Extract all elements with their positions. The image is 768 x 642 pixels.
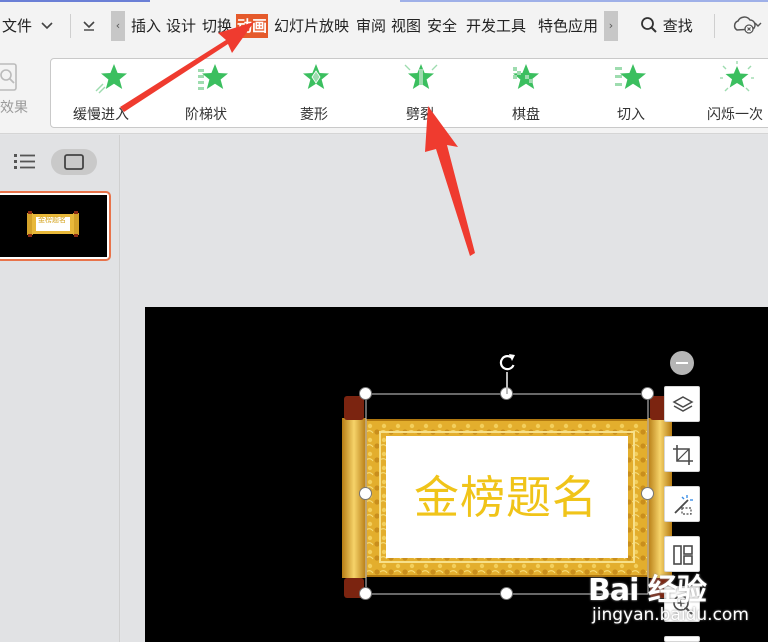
annotation-arrow-to-split-effect (425, 106, 475, 256)
annotation-arrows (120, 22, 475, 256)
watermark-url: jingyan.baidu.com (592, 605, 749, 625)
annotation-arrow-to-animation-tab (120, 22, 254, 112)
watermark-logo: Bai 经验 (588, 573, 707, 608)
watermark: Bai 经验 jingyan.baidu.com (588, 565, 758, 631)
